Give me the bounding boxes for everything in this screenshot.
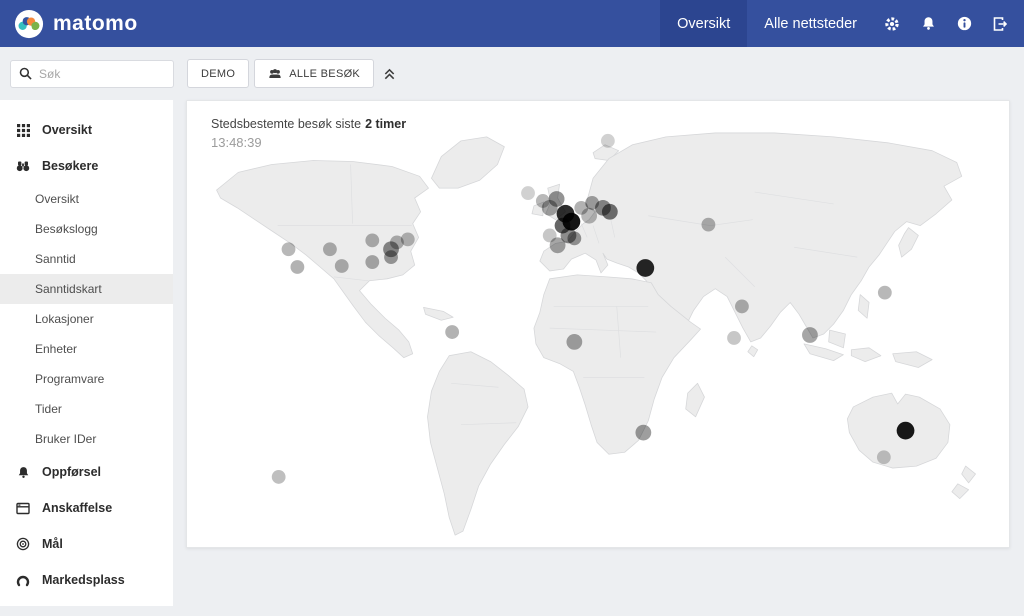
top-navbar: matomo Oversikt Alle nettsteder xyxy=(0,0,1024,47)
site-search[interactable] xyxy=(10,60,174,88)
matomo-logo-icon xyxy=(14,9,44,39)
visitor-dot[interactable] xyxy=(566,334,582,350)
sidebar-item-overview[interactable]: Oversikt xyxy=(0,184,173,214)
info-icon[interactable] xyxy=(946,0,982,47)
visitor-dot[interactable] xyxy=(323,242,337,256)
visitor-dot[interactable] xyxy=(601,134,615,148)
search-icon xyxy=(19,67,32,80)
visitor-dot[interactable] xyxy=(878,286,892,300)
map-landmasses xyxy=(217,133,976,535)
visitor-dot[interactable] xyxy=(401,232,415,246)
visitor-dot[interactable] xyxy=(802,327,818,343)
gear-icon[interactable] xyxy=(874,0,910,47)
segment-label: ALLE BESØK xyxy=(289,68,360,80)
sidebar-item-times[interactable]: Tider xyxy=(0,394,173,424)
marketplace-icon xyxy=(16,573,30,587)
sidebar-menu: Oversikt Besøkere Oversikt Besøks xyxy=(0,100,173,606)
sidebar-item-marketplace[interactable]: Markedsplass xyxy=(0,562,173,598)
sidebar-item-locations[interactable]: Lokasjoner xyxy=(0,304,173,334)
visitor-dot[interactable] xyxy=(567,232,581,246)
visitor-dot[interactable] xyxy=(335,259,349,273)
sidebar-item-real-time-map[interactable]: Sanntidskart xyxy=(0,274,173,304)
search-input[interactable] xyxy=(39,67,159,81)
sidebar-item-behaviour[interactable]: Oppførsel xyxy=(0,454,173,490)
site-selector-button[interactable]: DEMO xyxy=(187,59,249,88)
matomo-app: matomo Oversikt Alle nettsteder xyxy=(0,0,1024,616)
bell-icon[interactable] xyxy=(910,0,946,47)
visitor-dot[interactable] xyxy=(290,260,304,274)
segment-selector-button[interactable]: ALLE BESØK xyxy=(254,59,374,88)
visitor-dot[interactable] xyxy=(365,233,379,247)
visitor-dot[interactable] xyxy=(550,237,566,253)
chevron-double-up-icon[interactable] xyxy=(383,67,396,81)
sidebar-item-software[interactable]: Programvare xyxy=(0,364,173,394)
visitor-dot[interactable] xyxy=(702,218,716,232)
visitor-dot[interactable] xyxy=(636,259,654,277)
visitors-icon xyxy=(268,68,282,80)
binoculars-icon xyxy=(16,159,30,173)
sidebar-item-dashboard[interactable]: Oversikt xyxy=(0,112,173,148)
visitor-dot[interactable] xyxy=(384,250,398,264)
visitor-dot[interactable] xyxy=(521,186,535,200)
visitor-dot[interactable] xyxy=(635,425,651,441)
visitor-dot[interactable] xyxy=(727,331,741,345)
window-icon xyxy=(16,501,30,515)
matomo-logo[interactable]: matomo xyxy=(0,9,138,39)
sidebar-item-real-time[interactable]: Sanntid xyxy=(0,244,173,274)
visitor-dot[interactable] xyxy=(282,242,296,256)
visitor-dot[interactable] xyxy=(735,300,749,314)
world-map[interactable] xyxy=(197,129,1001,541)
sidebar-item-goals[interactable]: Mål xyxy=(0,526,173,562)
sidebar-item-user-ids[interactable]: Bruker IDer xyxy=(0,424,173,454)
grid-icon xyxy=(16,123,30,137)
visitor-dot[interactable] xyxy=(602,204,618,220)
target-icon xyxy=(16,537,30,551)
sidebar-item-visitors[interactable]: Besøkere xyxy=(0,148,173,184)
visitor-dot[interactable] xyxy=(877,450,891,464)
bell-icon xyxy=(16,465,30,479)
signout-icon[interactable] xyxy=(982,0,1018,47)
brand-name: matomo xyxy=(53,12,138,36)
sidebar-item-devices[interactable]: Enheter xyxy=(0,334,173,364)
visitor-dot[interactable] xyxy=(542,200,558,216)
sidebar-item-acquisition[interactable]: Anskaffelse xyxy=(0,490,173,526)
visitor-dot[interactable] xyxy=(365,255,379,269)
realtime-map-card: Stedsbestemte besøk siste2 timer 13:48:3… xyxy=(186,100,1010,548)
nav-tab-oversikt[interactable]: Oversikt xyxy=(660,0,747,47)
segment-bar: DEMO ALLE BESØK xyxy=(0,47,1024,100)
visitor-dot[interactable] xyxy=(445,325,459,339)
visitor-dot[interactable] xyxy=(272,470,286,484)
sidebar-item-visits-log[interactable]: Besøkslogg xyxy=(0,214,173,244)
nav-tab-alle-nettsteder[interactable]: Alle nettsteder xyxy=(747,0,874,47)
navbar-right: Oversikt Alle nettsteder xyxy=(660,0,1024,47)
visitor-dot[interactable] xyxy=(581,208,597,224)
visitor-dot[interactable] xyxy=(897,422,915,440)
